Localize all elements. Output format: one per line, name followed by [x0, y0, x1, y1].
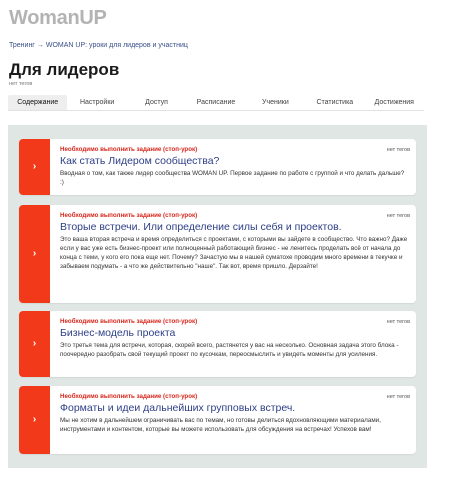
breadcrumb-current-link[interactable]: WOMAN UP: уроки для лидеров и участниц: [46, 42, 188, 49]
lesson-requirement: Необходимо выполнить задание (стоп-урок): [60, 146, 198, 153]
tab-schedule[interactable]: Расписание: [186, 95, 245, 110]
lesson-expand-button[interactable]: ›: [19, 386, 50, 454]
lesson-description: Это ваша вторая встреча и время определи…: [60, 236, 408, 270]
lesson-tags: нет тегов: [386, 147, 410, 153]
lesson-card[interactable]: › Необходимо выполнить задание (стоп-уро…: [19, 139, 416, 195]
logo[interactable]: WomanUP: [9, 7, 107, 30]
lesson-description: Мы не хотим в дальнейшем ограничивать ва…: [60, 417, 381, 433]
chevron-right-icon: ›: [32, 338, 37, 349]
lesson-requirement: Необходимо выполнить задание (стоп-урок): [60, 393, 198, 400]
arrow-right-icon: →: [36, 42, 44, 49]
lesson-card[interactable]: › Необходимо выполнить задание (стоп-уро…: [19, 386, 416, 454]
tab-statistics[interactable]: Статистика: [305, 95, 364, 110]
tab-bar: Содержание Настройки Доступ Расписание У…: [8, 95, 424, 111]
tab-content[interactable]: Содержание: [8, 95, 68, 110]
tab-students[interactable]: Ученики: [246, 95, 305, 110]
lesson-title[interactable]: Как стать Лидером сообщества?: [60, 155, 408, 167]
lesson-expand-button[interactable]: ›: [19, 311, 50, 377]
chevron-right-icon: ›: [32, 414, 37, 425]
lesson-description: Вводная о том, как также лидер сообществ…: [60, 170, 405, 186]
lesson-title[interactable]: Форматы и идеи дальнейших групповых встр…: [60, 402, 408, 414]
lesson-expand-button[interactable]: ›: [19, 139, 50, 195]
chevron-right-icon: ›: [32, 248, 37, 259]
tab-access[interactable]: Доступ: [127, 95, 186, 110]
tab-settings[interactable]: Настройки: [67, 95, 126, 110]
lesson-requirement: Необходимо выполнить задание (стоп-урок): [60, 212, 198, 219]
breadcrumb-root-link[interactable]: Тренинг: [9, 42, 35, 49]
lesson-description: Это третья тема для встречи, которая, ск…: [60, 342, 399, 358]
tab-achievements[interactable]: Достижения: [365, 95, 424, 110]
lesson-title[interactable]: Вторые встречи. Или определение силы себ…: [60, 221, 408, 233]
lesson-expand-button[interactable]: ›: [19, 205, 50, 303]
lesson-card[interactable]: › Необходимо выполнить задание (стоп-уро…: [19, 311, 416, 377]
lesson-requirement: Необходимо выполнить задание (стоп-урок): [60, 318, 198, 325]
breadcrumb: Тренинг → WOMAN UP: уроки для лидеров и уч…: [9, 42, 188, 49]
chevron-right-icon: ›: [32, 161, 37, 172]
lesson-title[interactable]: Бизнес-модель проекта: [60, 327, 408, 339]
page-tags: нет тегов: [9, 81, 33, 87]
page-title: Для лидеров: [9, 60, 120, 79]
lesson-tags: нет тегов: [386, 319, 410, 325]
lessons-panel: › Необходимо выполнить задание (стоп-уро…: [8, 125, 427, 468]
lesson-tags: нет тегов: [386, 394, 410, 400]
lesson-tags: нет тегов: [386, 213, 410, 219]
lesson-card[interactable]: › Необходимо выполнить задание (стоп-уро…: [19, 205, 416, 303]
